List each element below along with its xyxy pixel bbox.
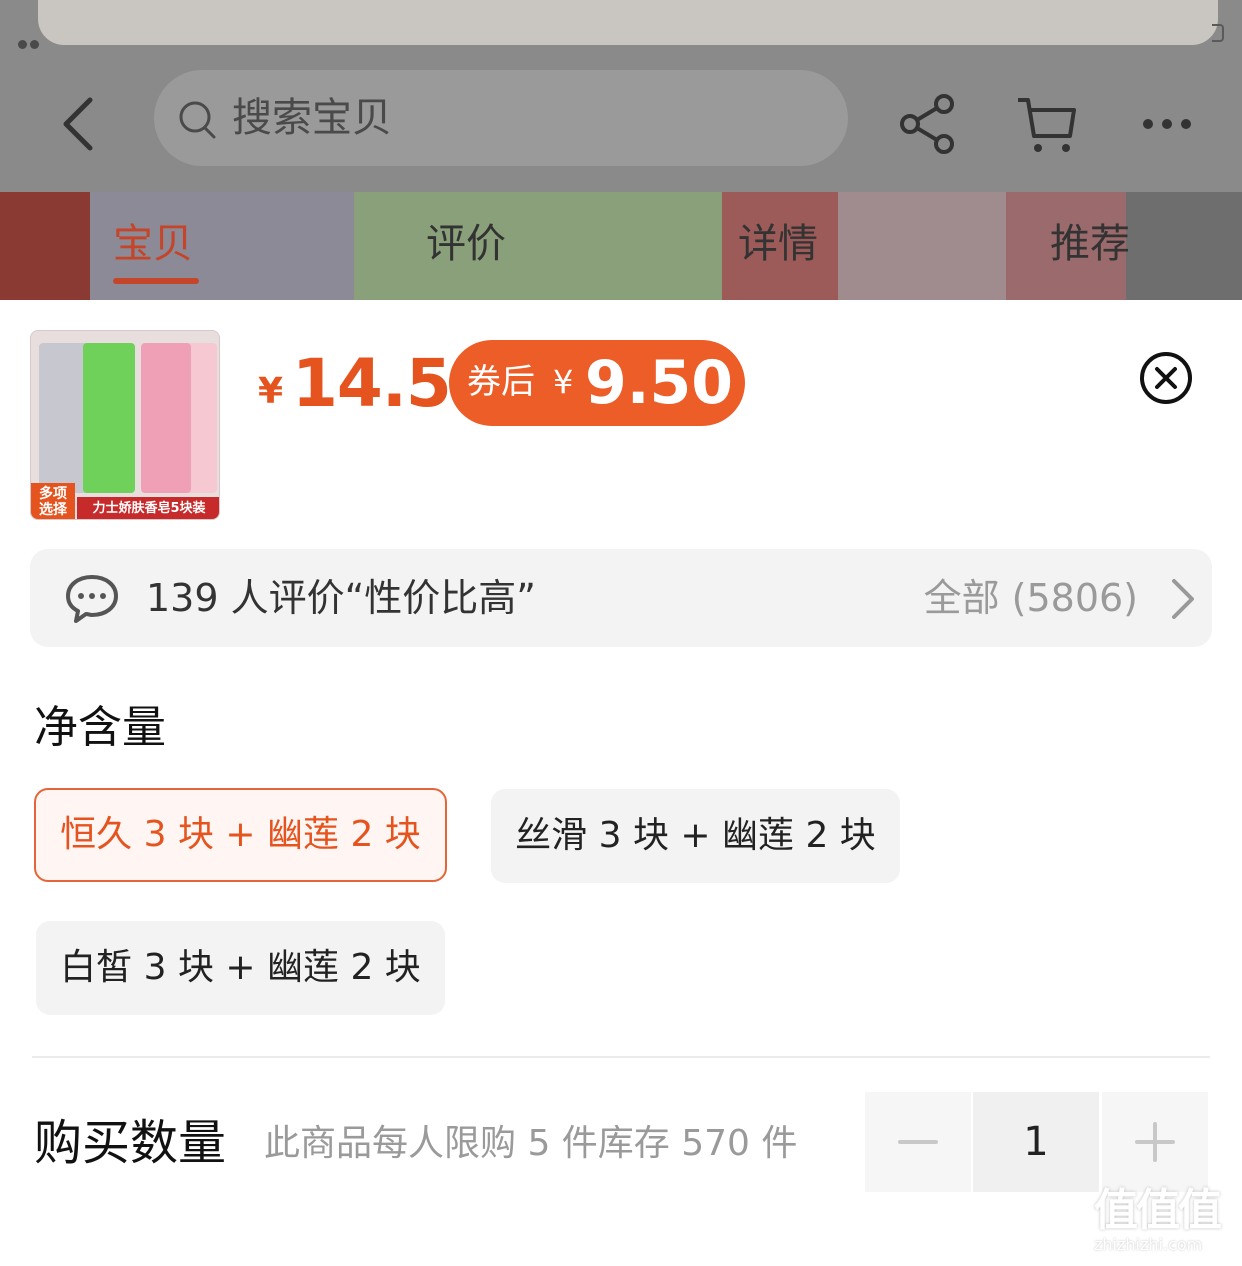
thumb-pack-white: [39, 343, 89, 493]
review-summary-text: 139 人评价“性价比高”: [146, 576, 536, 620]
tab-reviews[interactable]: 评价: [426, 218, 506, 270]
battery-icon: [1212, 24, 1224, 42]
coupon-price: 9.50: [585, 348, 734, 418]
share-icon[interactable]: [898, 92, 958, 156]
divider: [32, 1056, 1210, 1058]
plus-icon: [1135, 1122, 1175, 1162]
search-icon: [179, 101, 216, 139]
thumb-pack-green: [83, 343, 135, 493]
all-reviews-link[interactable]: 全部 (5806): [924, 573, 1138, 623]
coupon-label: 券后: [467, 362, 535, 402]
quantity-label: 购买数量: [34, 1115, 227, 1171]
price-currency: ¥: [258, 371, 284, 412]
cart-icon[interactable]: [1016, 92, 1076, 156]
tab-active-indicator: [113, 278, 199, 284]
thumb-tag-title: 力士娇肤香皂5块装: [77, 497, 219, 519]
search-input[interactable]: 搜索宝贝: [154, 70, 848, 166]
quantity-decrease-button[interactable]: [865, 1092, 971, 1192]
notification-banner: [38, 0, 1218, 45]
watermark-url: zhizhizhi.com: [1094, 1235, 1203, 1254]
search-placeholder: 搜索宝贝: [232, 95, 392, 141]
coupon-currency: ¥: [553, 363, 574, 401]
more-icon[interactable]: [1138, 92, 1198, 156]
review-summary-bar[interactable]: 139 人评价“性价比高” 全部 (5806): [30, 549, 1212, 647]
tab-details[interactable]: 详情: [738, 218, 818, 270]
thumb-tag-multi: 多项选择: [31, 483, 75, 519]
thumb-pack-pink: [141, 343, 191, 493]
watermark-logo: 值值值: [1094, 1185, 1222, 1236]
spec-option-sihua[interactable]: 丝滑 3 块 + 幽莲 2 块: [491, 789, 900, 883]
back-icon[interactable]: [56, 92, 116, 152]
chevron-right-icon: [1172, 579, 1194, 619]
spec-option-hengjiu[interactable]: 恒久 3 块 + 幽莲 2 块: [34, 788, 447, 882]
quantity-value[interactable]: 1: [973, 1092, 1099, 1192]
spec-option-baixi[interactable]: 白皙 3 块 + 幽莲 2 块: [36, 921, 445, 1015]
comment-icon: [66, 575, 118, 623]
site-watermark: 值值值 zhizhizhi.com: [1094, 1186, 1234, 1260]
tab-baobei[interactable]: 宝贝: [113, 218, 193, 270]
close-icon[interactable]: [1138, 350, 1194, 406]
quantity-increase-button[interactable]: [1102, 1092, 1208, 1192]
price: 14.5: [292, 345, 452, 422]
purchase-limit-note: 此商品每人限购 5 件库存 570 件: [264, 1123, 798, 1164]
spec-title: 净含量: [34, 702, 166, 753]
minus-icon: [898, 1140, 938, 1144]
signal-icon: [18, 34, 58, 49]
product-thumbnail[interactable]: 多项选择 力士娇肤香皂5块装: [30, 330, 220, 520]
tab-recommend[interactable]: 推荐: [1050, 218, 1130, 270]
coupon-price-badge: 券后 ¥ 9.50: [449, 340, 745, 426]
